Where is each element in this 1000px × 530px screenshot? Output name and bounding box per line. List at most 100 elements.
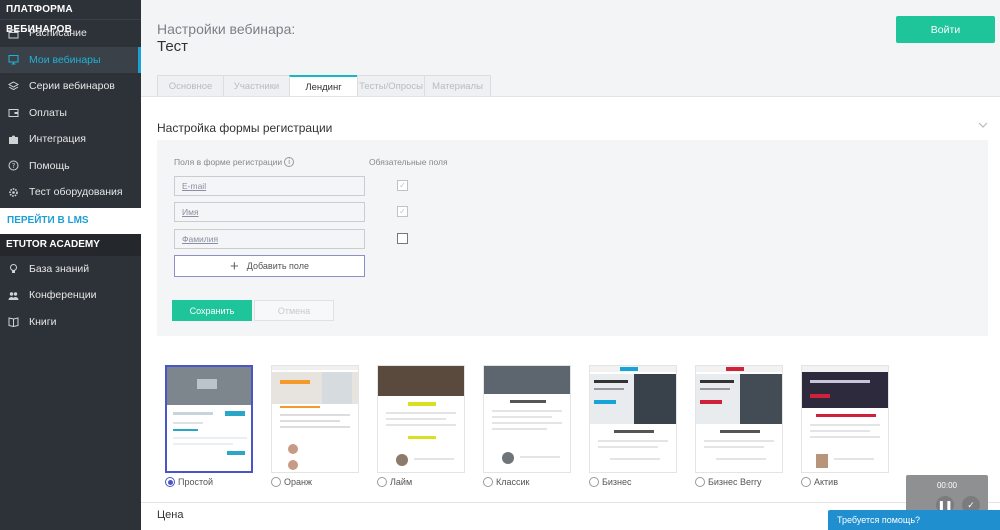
sidebar-item-equipment-test[interactable]: Тест оборудования [0,179,141,206]
svg-text:?: ? [11,162,15,170]
template-classic[interactable]: Классик [483,365,571,487]
template-label: Бизнес Berry [708,477,762,487]
sidebar-item-label: Мои вебинары [29,53,101,66]
layers-icon [7,80,19,92]
required-checkbox-name: ✓ [397,206,408,217]
puzzle-icon [7,133,19,145]
go-to-lms-link[interactable]: ПЕРЕЙТИ В LMS [0,207,141,234]
sidebar-item-label: Интеграция [29,133,86,146]
sidebar-item-label: База знаний [29,262,90,275]
help-button[interactable]: Требуется помощь? [828,510,1000,530]
fields-label-wrap: Поля в форме регистрации i [174,157,295,167]
sidebar-item-my-webinars[interactable]: Мои вебинары [0,46,141,73]
template-active[interactable]: Актив [801,365,889,487]
required-label: Обязательные поля [369,157,448,167]
radio-unselected[interactable] [801,477,811,487]
template-simple[interactable]: Простой [165,365,253,487]
book-icon [7,316,19,328]
template-lime[interactable]: Лайм [377,365,465,487]
template-radio-row[interactable]: Бизнес Berry [695,477,762,487]
info-icon[interactable]: i [284,157,295,167]
registration-form-box: Поля в форме регистрации i Обязательные … [157,140,988,336]
template-business-berry[interactable]: Бизнес Berry [695,365,783,487]
main-content: Настройки вебинара: Тест Войти Основное … [141,0,1000,530]
template-thumbnail [271,365,359,473]
sidebar-academy-title: ETUTOR ACADEMY [0,233,141,256]
sidebar-item-payments[interactable]: Оплаты [0,100,141,127]
sidebar-item-schedule[interactable]: Расписание [0,20,141,47]
registration-section-title: Настройка формы регистрации [157,121,333,135]
template-label: Бизнес [602,477,632,487]
add-field-label: Добавить поле [246,261,309,271]
template-thumbnail [589,365,677,473]
tab-participants[interactable]: Участники [223,75,290,96]
chevron-down-icon[interactable] [978,121,988,132]
template-business[interactable]: Бизнес [589,365,677,487]
field-email[interactable]: E-mail [174,176,365,196]
radio-unselected[interactable] [589,477,599,487]
template-thumbnail [483,365,571,473]
fields-label: Поля в форме регистрации [174,157,283,167]
sidebar-item-label: Расписание [29,27,87,40]
template-thumbnail [695,365,783,473]
template-radio-row[interactable]: Простой [165,477,213,487]
tab-landing[interactable]: Лендинг [289,75,358,97]
template-thumbnail [377,365,465,473]
tabs: Основное Участники Лендинг Тесты/Опросы … [157,75,491,97]
sidebar-item-label: Помощь [29,159,70,172]
sidebar-item-webinar-series[interactable]: Серии вебинаров [0,73,141,100]
template-radio-row[interactable]: Актив [801,477,838,487]
divider [141,502,1000,503]
template-label: Простой [178,477,214,487]
page-title: Тест [157,38,189,55]
template-label: Оранж [284,477,313,487]
template-label: Классик [496,477,530,487]
sidebar-item-books[interactable]: Книги [0,309,141,336]
required-checkbox-surname[interactable] [397,233,408,244]
price-section-title: Цена [157,509,184,521]
template-thumbnail [165,365,253,473]
sidebar-item-integration[interactable]: Интеграция [0,126,141,153]
tab-materials[interactable]: Материалы [424,75,491,96]
question-icon: ? [7,160,19,172]
radio-unselected[interactable] [271,477,281,487]
template-radio-row[interactable]: Бизнес [589,477,632,487]
radio-unselected[interactable] [695,477,705,487]
template-radio-row[interactable]: Классик [483,477,529,487]
radio-unselected[interactable] [483,477,493,487]
tab-main[interactable]: Основное [157,75,224,96]
sidebar-item-label: Конференции [29,289,97,302]
tab-tests-polls[interactable]: Тесты/Опросы [357,75,425,96]
template-orange[interactable]: Оранж [271,365,359,487]
template-radio-row[interactable]: Оранж [271,477,312,487]
monitor-icon [7,54,19,66]
sidebar-item-help[interactable]: ? Помощь [0,153,141,180]
sidebar-item-label: Серии вебинаров [29,80,115,93]
field-surname[interactable]: Фамилия [174,229,365,249]
sidebar-item-knowledge-base[interactable]: База знаний [0,256,141,283]
sidebar-item-conferences[interactable]: Конференции [0,282,141,309]
plus-icon: + [230,257,239,275]
cancel-button[interactable]: Отмена [254,300,334,321]
sidebar-item-label: Оплаты [29,106,67,119]
calendar-icon [7,27,19,39]
save-button[interactable]: Сохранить [172,300,252,321]
page-subtitle: Настройки вебинара: [157,21,296,37]
login-button[interactable]: Войти [896,16,995,43]
template-radio-row[interactable]: Лайм [377,477,412,487]
wallet-icon [7,107,19,119]
landing-panel: Настройка формы регистрации Поля в форме… [141,96,1000,530]
field-name[interactable]: Имя [174,202,365,222]
radio-unselected[interactable] [377,477,387,487]
add-field-button[interactable]: + Добавить поле [174,255,365,277]
required-checkbox-email: ✓ [397,180,408,191]
sidebar-platform-title: ПЛАТФОРМА ВЕБИНАРОВ [0,0,141,35]
sidebar-item-label: Книги [29,315,57,328]
template-label: Лайм [390,477,413,487]
bulb-icon [7,263,19,275]
sidebar: ПЛАТФОРМА ВЕБИНАРОВ Расписание Мои вебин… [0,0,141,530]
template-thumbnail [801,365,889,473]
sidebar-item-label: Тест оборудования [29,186,123,199]
radio-selected[interactable] [165,477,175,487]
template-label: Актив [814,477,838,487]
